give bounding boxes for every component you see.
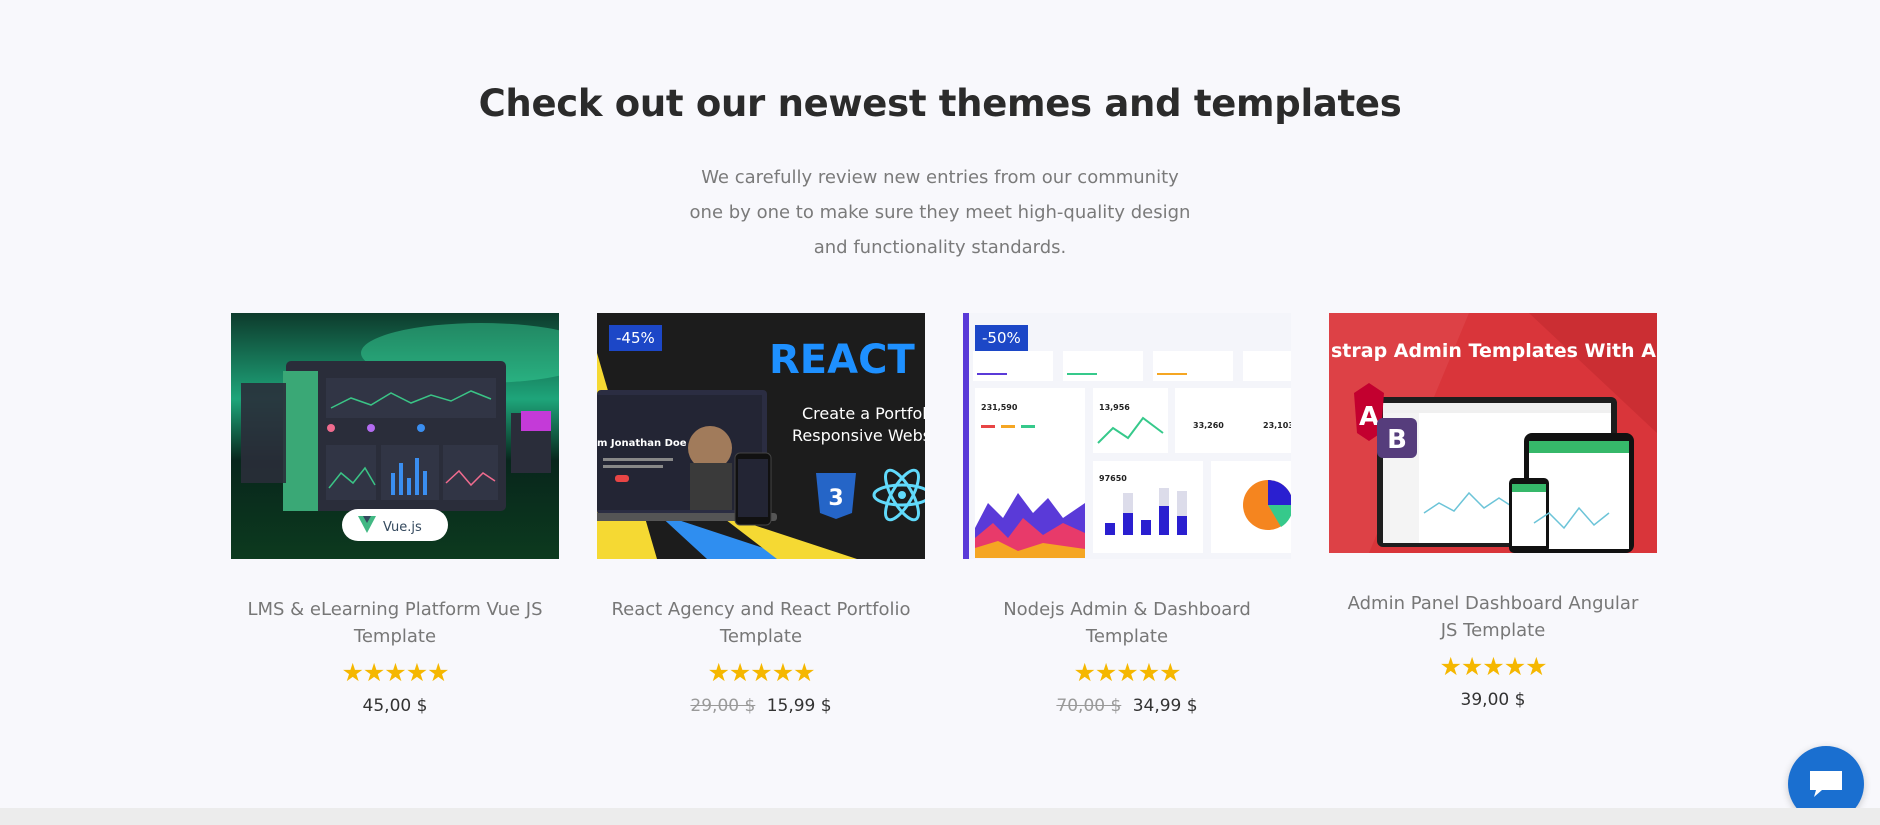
current-price: 34,99 $	[1132, 696, 1198, 716]
product-card: 231,590 13,956 33,260 23,103 97650 -50% …	[963, 313, 1291, 716]
product-thumbnail[interactable]: strap Admin Templates With Angula A B	[1329, 313, 1657, 553]
product-card: strap Admin Templates With Angula A B Ad…	[1329, 313, 1657, 710]
current-price: 45,00 $	[362, 696, 428, 716]
product-title[interactable]: Admin Panel Dashboard Angular JS Templat…	[1343, 590, 1643, 644]
rating-stars: ★★★★★	[597, 658, 925, 687]
thumb-number: 97650	[1099, 474, 1127, 483]
discount-badge: -50%	[975, 325, 1028, 351]
angular-heading: strap Admin Templates With Angula	[1331, 340, 1657, 362]
vue-dashboard-preview: Vue.js	[231, 313, 559, 559]
newest-themes-section: Check out our newest themes and template…	[0, 0, 1880, 808]
star-icon: ★★★★★	[1073, 658, 1181, 687]
rating-stars: ★★★★★	[1329, 652, 1657, 681]
react-heading: REACT J	[769, 337, 925, 383]
svg-text:A: A	[1359, 402, 1379, 432]
product-price: 39,00 $	[1329, 690, 1657, 710]
rating-stars: ★★★★★	[231, 658, 559, 687]
angular-admin-preview: strap Admin Templates With Angula A B	[1329, 313, 1657, 553]
product-thumbnail[interactable]: Vue.js	[231, 313, 559, 559]
product-price: 29,00 $ 15,99 $	[597, 696, 925, 716]
thumb-number: 33,260	[1193, 421, 1224, 430]
product-thumbnail[interactable]: REACT J Create a Portfoli Responsive Web…	[597, 313, 925, 559]
section-subtitle: We carefully review new entries from our…	[0, 160, 1880, 265]
star-icon: ★★★★★	[707, 658, 815, 687]
subtitle-line: one by one to make sure they meet high-q…	[689, 202, 1191, 223]
product-card: Vue.js LMS & eLearning Platform Vue JS T…	[231, 313, 559, 716]
thumb-number: 231,590	[981, 403, 1018, 412]
footer-strip	[0, 808, 1880, 825]
star-icon: ★★★★★	[1439, 652, 1547, 681]
current-price: 15,99 $	[766, 696, 832, 716]
old-price: 70,00 $	[1056, 696, 1122, 716]
thumb-number: 13,956	[1099, 403, 1130, 412]
bootstrap-letter: B	[1387, 425, 1407, 455]
product-title[interactable]: React Agency and React Portfolio Templat…	[611, 596, 911, 650]
subtitle-line: and functionality standards.	[813, 237, 1067, 258]
subtitle-line: We carefully review new entries from our…	[701, 167, 1179, 188]
product-price: 45,00 $	[231, 696, 559, 716]
svg-text:3: 3	[828, 486, 843, 511]
product-thumbnail[interactable]: 231,590 13,956 33,260 23,103 97650 -50%	[963, 313, 1291, 559]
product-title[interactable]: LMS & eLearning Platform Vue JS Template	[245, 596, 545, 650]
vue-label: Vue.js	[383, 520, 422, 535]
thumb-name: m Jonathan Doe	[597, 438, 687, 449]
section-heading: Check out our newest themes and template…	[478, 82, 1402, 125]
chat-bubble-icon	[1810, 771, 1842, 797]
star-icon: ★★★★★	[341, 658, 449, 687]
thumb-line: Create a Portfoli	[802, 404, 925, 423]
old-price: 29,00 $	[690, 696, 756, 716]
thumb-number: 23,103	[1263, 421, 1291, 430]
product-price: 70,00 $ 34,99 $	[963, 696, 1291, 716]
rating-stars: ★★★★★	[963, 658, 1291, 687]
current-price: 39,00 $	[1460, 690, 1526, 710]
product-card: REACT J Create a Portfoli Responsive Web…	[597, 313, 925, 716]
discount-badge: -45%	[609, 325, 662, 351]
thumb-line: Responsive Webs	[792, 426, 925, 445]
product-title[interactable]: Nodejs Admin & Dashboard Template	[977, 596, 1277, 650]
